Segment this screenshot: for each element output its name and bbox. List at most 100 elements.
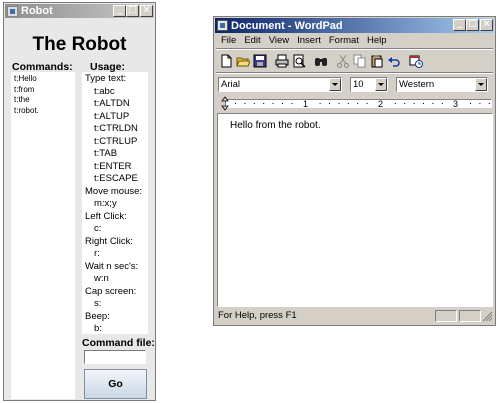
ruler-tick <box>423 103 424 104</box>
robot-window: Robot _ □ × The Robot Commands: Usage: t… <box>3 2 156 401</box>
usage-section-label: Beep: <box>85 310 110 322</box>
font-size-combo[interactable]: 10 <box>350 76 388 92</box>
usage-syntax: t:ALTDN <box>94 98 130 109</box>
minimize-button[interactable]: _ <box>113 5 126 17</box>
maximize-button[interactable]: □ <box>466 19 479 31</box>
usage-section-label: Cap screen: <box>85 285 137 297</box>
usage-syntax: r: <box>94 248 100 259</box>
open-icon[interactable] <box>235 53 251 69</box>
find-icon[interactable] <box>313 53 329 69</box>
ruler-tick <box>347 103 349 104</box>
command-line: t:robot. <box>14 105 39 115</box>
robot-window-title: Robot <box>21 5 53 17</box>
ruler-tick <box>329 103 330 104</box>
close-button[interactable]: × <box>140 5 153 17</box>
go-button[interactable]: Go <box>84 369 147 399</box>
ruler-number-3: 3 <box>453 99 458 109</box>
menu-view[interactable]: View <box>265 35 293 46</box>
usage-syntax: t:ESCAPE <box>94 173 138 184</box>
menu-help[interactable]: Help <box>363 35 391 46</box>
chevron-down-icon[interactable] <box>475 77 487 91</box>
usage-panel: Type text: t:abc t:ALTDN t:ALTUP t:CTRLDN t:C… <box>82 72 148 334</box>
print-icon[interactable] <box>274 53 290 69</box>
script-value: Western <box>399 78 435 90</box>
ruler[interactable]: 1 2 3 <box>217 96 492 111</box>
commands-textarea[interactable]: t:Hello t:from t:the t:robot. <box>11 72 75 399</box>
paste-icon[interactable] <box>369 53 385 69</box>
usage-section-label: Right Click: <box>85 235 134 247</box>
usage-syntax: t:abc <box>94 85 115 97</box>
ruler-tick <box>244 103 246 104</box>
usage-syntax: b: <box>94 323 102 334</box>
insert-datetime-icon[interactable] <box>408 53 424 69</box>
menu-separator <box>216 48 493 50</box>
ruler-tick <box>282 103 283 104</box>
ruler-tick <box>479 103 481 104</box>
ruler-tick <box>432 103 434 104</box>
java-app-icon <box>7 5 18 17</box>
ruler-tick <box>338 103 340 104</box>
minimize-button[interactable]: _ <box>453 19 466 31</box>
script-combo[interactable]: Western <box>396 76 488 92</box>
usage-section-label: Type text: <box>85 73 127 84</box>
usage-syntax: m:x;y <box>94 198 117 209</box>
usage-section-label: Wait n sec's: <box>85 260 139 272</box>
robot-heading: The Robot <box>32 34 127 55</box>
resize-grip-icon[interactable] <box>481 310 493 322</box>
status-pane <box>459 309 481 322</box>
ruler-tick <box>291 103 293 104</box>
menu-bar: File Edit View Insert Format Help <box>217 35 391 46</box>
usage-syntax: c: <box>94 223 102 234</box>
usage-syntax: t:ENTER <box>94 160 132 172</box>
chevron-down-icon[interactable] <box>329 77 341 91</box>
wordpad-title-bar[interactable]: Document - WordPad _ □ × <box>215 18 494 33</box>
command-line: t:the <box>14 95 30 104</box>
cut-icon[interactable] <box>335 53 351 69</box>
wordpad-app-icon <box>217 20 228 31</box>
ruler-tick <box>272 103 274 104</box>
document-text: Hello from the robot. <box>230 120 321 131</box>
menu-edit[interactable]: Edit <box>240 35 264 46</box>
toolbar-separator <box>216 72 493 74</box>
menu-format[interactable]: Format <box>325 35 363 46</box>
ruler-tick <box>319 103 321 104</box>
robot-title-bar[interactable]: Robot _ □ × <box>5 4 154 18</box>
usage-syntax: w:n <box>94 273 109 284</box>
usage-syntax: t:ALTUP <box>94 110 130 122</box>
save-icon[interactable] <box>252 53 268 69</box>
ruler-tick <box>366 103 368 104</box>
standard-toolbar <box>218 51 425 71</box>
ruler-number-1: 1 <box>303 99 308 109</box>
command-line: t:Hello <box>14 74 37 83</box>
ruler-tick <box>404 103 406 104</box>
print-preview-icon[interactable] <box>291 53 307 69</box>
ruler-tick <box>470 103 471 104</box>
ruler-number-2: 2 <box>378 99 383 109</box>
menu-file[interactable]: File <box>217 35 240 46</box>
status-bar: For Help, press F1 <box>216 308 493 323</box>
usage-syntax: t:TAB <box>94 148 118 159</box>
command-file-input[interactable] <box>84 350 146 364</box>
wordpad-window: Document - WordPad _ □ × File Edit View … <box>213 16 496 326</box>
menu-insert[interactable]: Insert <box>293 35 325 46</box>
ruler-tick <box>441 103 443 104</box>
new-icon[interactable] <box>218 53 234 69</box>
ruler-tick <box>235 103 236 104</box>
format-bar: Arial 10 Western <box>218 75 488 93</box>
ruler-tick <box>394 103 396 104</box>
ruler-tick <box>263 103 265 104</box>
ruler-tick <box>488 103 490 104</box>
ruler-tick <box>253 103 255 104</box>
wordpad-window-title: Document - WordPad <box>231 19 343 32</box>
document-area[interactable]: Hello from the robot. <box>217 113 493 307</box>
close-button[interactable]: × <box>480 19 493 31</box>
copy-icon[interactable] <box>352 53 368 69</box>
command-file-label: Command file: <box>82 337 155 349</box>
font-combo[interactable]: Arial <box>218 76 342 92</box>
maximize-button[interactable]: □ <box>126 5 139 17</box>
usage-syntax: t:CTRLUP <box>94 135 138 147</box>
chevron-down-icon[interactable] <box>375 77 387 91</box>
font-size-value: 10 <box>353 78 364 90</box>
font-value: Arial <box>221 78 241 90</box>
undo-icon[interactable] <box>386 53 402 69</box>
